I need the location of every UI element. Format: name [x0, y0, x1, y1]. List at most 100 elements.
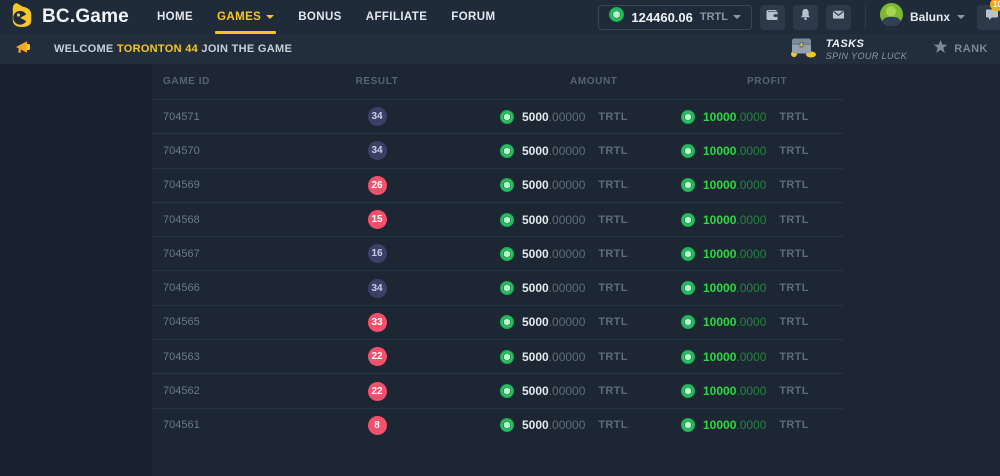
tasks-widget[interactable]: TASKS SPIN YOUR LUCK: [788, 35, 907, 64]
currency-label: TRTL: [779, 145, 808, 157]
nav-label: FORUM: [451, 11, 495, 23]
result-cell: 33: [342, 313, 412, 332]
currency-label: TRTL: [598, 351, 627, 363]
nav-item-home[interactable]: HOME: [157, 0, 193, 34]
bcgame-logo-icon: [10, 2, 34, 33]
trtl-coin-icon: [681, 213, 695, 227]
profit-fraction: .0000: [736, 418, 766, 432]
trtl-coin-icon: [500, 247, 514, 261]
currency-label: TRTL: [598, 145, 627, 157]
amount-cell: 5000.00000 TRTL: [412, 281, 627, 295]
table-row[interactable]: 704561 8 5000.00000 TRTL: [152, 408, 843, 442]
trtl-coin-icon: [681, 247, 695, 261]
trtl-coin-icon: [681, 281, 695, 295]
amount-fraction: .00000: [549, 110, 586, 124]
user-name: Balunx: [910, 10, 950, 24]
header-result: RESULT: [342, 76, 412, 87]
brand-name: BC.Game: [42, 6, 129, 28]
currency-label: TRTL: [598, 419, 627, 431]
table-row[interactable]: 704571 34 5000.00000 TRTL: [152, 99, 843, 133]
nav-item-bonus[interactable]: BONUS: [298, 0, 342, 34]
trtl-coin-icon: [500, 315, 514, 329]
game-id-cell: 704563: [152, 351, 342, 363]
bell-icon: [799, 8, 812, 26]
profit-value: 10000: [703, 144, 736, 158]
profit-cell: 10000.0000 TRTL: [627, 315, 843, 329]
profit-fraction: .0000: [736, 384, 766, 398]
profit-value: 10000: [703, 281, 736, 295]
trtl-coin-icon: [609, 7, 624, 27]
table-row[interactable]: 704568 15 5000.00000 TRTL: [152, 202, 843, 236]
profit-value: 10000: [703, 384, 736, 398]
welcome-suffix: JOIN THE GAME: [198, 43, 292, 55]
notifications-button[interactable]: [793, 5, 818, 30]
amount-value: 5000: [522, 350, 549, 364]
chat-button[interactable]: 10: [977, 5, 1000, 30]
amount-fraction: .00000: [549, 213, 586, 227]
profit-cell: 10000.0000 TRTL: [627, 178, 843, 192]
table-row[interactable]: 704570 34 5000.00000 TRTL: [152, 133, 843, 167]
user-menu[interactable]: Balunx: [880, 3, 965, 31]
tasks-title: TASKS: [826, 38, 907, 50]
profit-value: 10000: [703, 110, 736, 124]
wallet-icon: [765, 8, 779, 27]
amount-cell: 5000.00000 TRTL: [412, 384, 627, 398]
messages-button[interactable]: [826, 5, 851, 30]
welcome-prefix: WELCOME: [54, 43, 117, 55]
announcement-right: TASKS SPIN YOUR LUCK RANK: [788, 35, 990, 64]
result-cell: 26: [342, 176, 412, 195]
mail-icon: [832, 8, 845, 26]
profit-value: 10000: [703, 315, 736, 329]
trtl-coin-icon: [681, 144, 695, 158]
nav-item-affiliate[interactable]: AFFILIATE: [366, 0, 428, 34]
brand-logo[interactable]: BC.Game: [10, 2, 129, 33]
avatar: [880, 3, 903, 31]
table-row[interactable]: 704563 22 5000.00000 TRTL: [152, 339, 843, 373]
wallet-button[interactable]: [760, 5, 785, 30]
profit-fraction: .0000: [736, 281, 766, 295]
trtl-coin-icon: [500, 213, 514, 227]
trtl-coin-icon: [500, 110, 514, 124]
table-row[interactable]: 704569 26 5000.00000 TRTL: [152, 168, 843, 202]
result-badge: 34: [368, 107, 387, 126]
profit-cell: 10000.0000 TRTL: [627, 350, 843, 364]
currency-label: TRTL: [598, 179, 627, 191]
game-id-cell: 704569: [152, 179, 342, 191]
table-row[interactable]: 704565 33 5000.00000 TRTL: [152, 305, 843, 339]
nav-item-games[interactable]: GAMES: [217, 0, 274, 34]
amount-value: 5000: [522, 315, 549, 329]
result-badge: 26: [368, 176, 387, 195]
trtl-coin-icon: [500, 178, 514, 192]
result-cell: 15: [342, 210, 412, 229]
trtl-coin-icon: [681, 350, 695, 364]
amount-value: 5000: [522, 110, 549, 124]
nav-item-forum[interactable]: FORUM: [451, 0, 495, 34]
topbar: BC.Game HOME GAMES BONUS AFFILIATE FORUM: [0, 0, 1000, 34]
chat-icon: [985, 8, 999, 26]
result-badge: 16: [368, 244, 387, 263]
profit-cell: 10000.0000 TRTL: [627, 418, 843, 432]
currency-label: TRTL: [779, 316, 808, 328]
amount-value: 5000: [522, 384, 549, 398]
table-header-row: GAME ID RESULT AMOUNT PROFIT: [152, 64, 843, 99]
game-id-cell: 704571: [152, 111, 342, 123]
table-body: 704571 34 5000.00000 TRTL: [152, 99, 843, 442]
game-id-cell: 704570: [152, 145, 342, 157]
header-amount: AMOUNT: [412, 76, 627, 87]
currency-label: TRTL: [779, 385, 808, 397]
table-row[interactable]: 704562 22 5000.00000 TRTL: [152, 373, 843, 407]
game-id-cell: 704562: [152, 385, 342, 397]
nav-label: BONUS: [298, 11, 342, 23]
amount-fraction: .00000: [549, 247, 586, 261]
profit-fraction: .0000: [736, 213, 766, 227]
nav-label: AFFILIATE: [366, 11, 428, 23]
balance-selector[interactable]: 124460.06 TRTL: [598, 5, 752, 30]
amount-value: 5000: [522, 418, 549, 432]
table-row[interactable]: 704567 16 5000.00000 TRTL: [152, 236, 843, 270]
header-game-id: GAME ID: [152, 76, 342, 87]
table-row[interactable]: 704566 34 5000.00000 TRTL: [152, 270, 843, 304]
result-cell: 8: [342, 416, 412, 435]
balance-amount: 124460.06: [631, 10, 692, 25]
amount-cell: 5000.00000 TRTL: [412, 213, 627, 227]
rank-widget[interactable]: RANK: [933, 39, 990, 59]
